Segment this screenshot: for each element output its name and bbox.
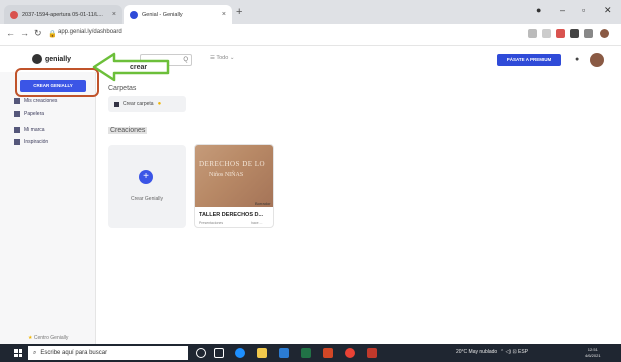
filter-label: Todo bbox=[216, 55, 229, 61]
minimize-icon[interactable]: – bbox=[560, 5, 565, 15]
excel-icon[interactable] bbox=[301, 348, 311, 358]
back-icon[interactable]: ← bbox=[6, 28, 15, 38]
folder-card-label: Crear carpeta bbox=[123, 101, 154, 107]
tab-label: 2037-1594-apertura 05-01-11/L... bbox=[22, 11, 103, 18]
powerpoint-icon[interactable] bbox=[323, 348, 333, 358]
create-genially-card[interactable] bbox=[108, 145, 186, 228]
cortana-icon[interactable] bbox=[196, 348, 206, 358]
folder-icon bbox=[114, 101, 119, 107]
folders-title: Carpetas bbox=[108, 85, 137, 92]
date-label: 4/6/2021 bbox=[585, 353, 601, 358]
thumbnail-text: DERECHOS DE LO bbox=[199, 160, 266, 168]
sidebar-item-brand[interactable]: Mi marca bbox=[14, 127, 45, 133]
grid-icon bbox=[14, 98, 20, 104]
url-field[interactable]: app.genial.ly/dashboard bbox=[58, 29, 122, 35]
close-window-icon[interactable]: ✕ bbox=[604, 5, 612, 16]
maximize-icon[interactable]: ▫ bbox=[582, 5, 585, 15]
sidebar-item-trash[interactable]: Papelera bbox=[14, 111, 44, 117]
address-bar: ← → ↻ 🔒 app.genial.ly/dashboard bbox=[0, 24, 621, 46]
search-icon[interactable] bbox=[528, 29, 537, 38]
help-icon: ★ bbox=[28, 335, 33, 341]
trash-icon bbox=[14, 111, 20, 117]
extension-icon[interactable] bbox=[570, 29, 579, 38]
sidebar-item-label: Mis creaciones bbox=[24, 98, 58, 104]
help-label: Centro Genially bbox=[33, 335, 69, 341]
chrome-icon[interactable] bbox=[345, 348, 355, 358]
sidebar-item-my-creations[interactable]: Mis creaciones bbox=[14, 98, 57, 104]
weather-label: 20°C May nublado bbox=[456, 349, 498, 355]
tab-favicon-icon bbox=[130, 10, 138, 19]
premium-button[interactable]: PÁSATE A PREMIUM bbox=[497, 54, 561, 66]
forward-icon[interactable]: → bbox=[20, 28, 29, 38]
clock[interactable]: 12:51 4/6/2021 bbox=[585, 347, 601, 359]
sidebar-help-link[interactable]: ★ Centro Genially bbox=[28, 335, 68, 341]
tab-favicon-icon bbox=[10, 10, 18, 19]
highlight-box bbox=[15, 68, 99, 97]
notifications-icon[interactable]: ● bbox=[575, 56, 579, 63]
tab-apertura[interactable]: 2037-1594-apertura 05-01-11/L... × bbox=[4, 5, 122, 24]
search-icon: ⌕ bbox=[33, 349, 37, 356]
thumbnail-text: Niños NIÑAS bbox=[209, 172, 244, 178]
annotation-label: crear bbox=[130, 64, 148, 71]
star-icon[interactable] bbox=[542, 29, 551, 38]
system-tray[interactable]: 20°C May nublado ⌃ ◁) ⊡ ESP bbox=[456, 349, 528, 355]
store-icon[interactable] bbox=[279, 348, 289, 358]
acrobat-icon[interactable] bbox=[367, 348, 377, 358]
brand-icon bbox=[14, 127, 20, 133]
close-icon[interactable]: × bbox=[222, 11, 226, 18]
close-icon[interactable]: × bbox=[112, 11, 116, 18]
create-folder-card[interactable]: Crear carpeta ● bbox=[108, 96, 186, 112]
sidebar-item-label: Inspiración bbox=[24, 139, 49, 145]
language-label: ESP bbox=[518, 349, 529, 355]
filter-dropdown[interactable]: ☰ Todo ⌄ bbox=[210, 55, 234, 61]
sidebar-item-label: Papelera bbox=[24, 111, 45, 117]
creation-title: TALLER DERECHOS D... bbox=[199, 212, 264, 218]
creation-card[interactable]: DERECHOS DE LO Niños NIÑAS Borrador TALL… bbox=[194, 144, 274, 228]
lock-icon: 🔒 bbox=[48, 31, 57, 38]
creations-title: Creaciones bbox=[108, 127, 148, 134]
taskbar-search-placeholder: Escribe aquí para buscar bbox=[40, 350, 108, 356]
logo-text: genially bbox=[45, 55, 72, 63]
taskbar: ⌕ Escribe aquí para buscar 20°C May nubl… bbox=[0, 344, 621, 362]
profile-dot-icon[interactable]: ● bbox=[536, 5, 541, 15]
tab-label: Genial - Genially bbox=[142, 11, 183, 18]
profile-icon[interactable] bbox=[600, 29, 609, 38]
create-card-label: Crear Genially bbox=[131, 196, 163, 202]
taskbar-search-input[interactable]: ⌕ Escribe aquí para buscar bbox=[28, 346, 188, 360]
browser-tab-bar: 2037-1594-apertura 05-01-11/L... × Genia… bbox=[0, 0, 621, 24]
creation-type: Presentaciones bbox=[199, 221, 224, 225]
status-badge: Borrador bbox=[255, 201, 271, 206]
sidebar-item-label: Mi marca bbox=[24, 127, 45, 133]
edge-icon[interactable] bbox=[235, 348, 245, 358]
star-icon: ● bbox=[157, 101, 162, 107]
windows-start-icon[interactable] bbox=[14, 349, 22, 357]
plus-icon[interactable]: + bbox=[139, 170, 153, 184]
avatar[interactable] bbox=[590, 53, 604, 67]
logo-icon bbox=[32, 54, 42, 64]
genially-logo[interactable]: genially bbox=[32, 54, 71, 64]
creation-date: hace ... bbox=[251, 221, 263, 225]
reload-icon[interactable]: ↻ bbox=[34, 28, 42, 39]
tab-genially[interactable]: Genial - Genially × bbox=[124, 5, 232, 24]
inspiration-icon bbox=[14, 139, 20, 145]
new-tab-icon[interactable]: + bbox=[236, 6, 242, 18]
file-explorer-icon[interactable] bbox=[257, 348, 267, 358]
sidebar-item-inspiration[interactable]: Inspiración bbox=[14, 139, 48, 145]
extension-icon[interactable] bbox=[556, 29, 565, 38]
extension-icon[interactable] bbox=[584, 29, 593, 38]
task-view-icon[interactable] bbox=[214, 348, 224, 358]
